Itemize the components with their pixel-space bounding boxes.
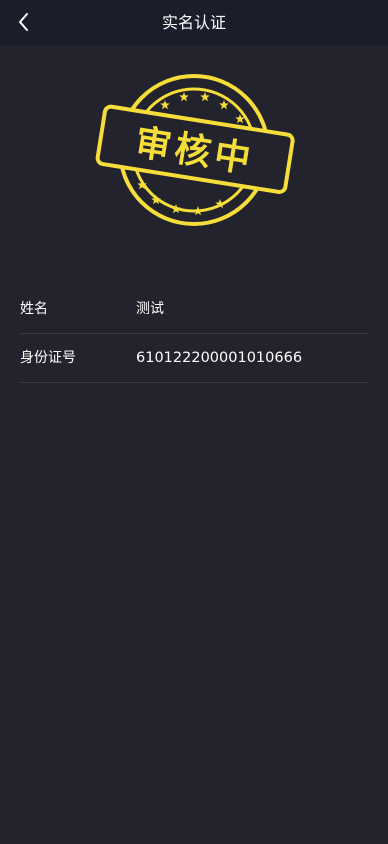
page-title: 实名认证 [161,13,226,32]
name-value: 测试 [136,301,164,317]
id-number-label: 身份证号 [20,350,76,366]
top-nav-bar: 实名认证 [0,0,388,45]
app-screen: 实名认证 审核中 姓名 测试 身份证号 610122200001010666 [0,0,388,844]
name-row: 姓名 测试 [20,285,368,334]
id-number-row: 身份证号 610122200001010666 [20,334,368,383]
name-label: 姓名 [20,301,48,317]
review-stamp-icon: 审核中 [90,70,300,230]
identity-info-list: 姓名 测试 身份证号 610122200001010666 [20,285,368,383]
id-number-value: 610122200001010666 [136,350,303,366]
